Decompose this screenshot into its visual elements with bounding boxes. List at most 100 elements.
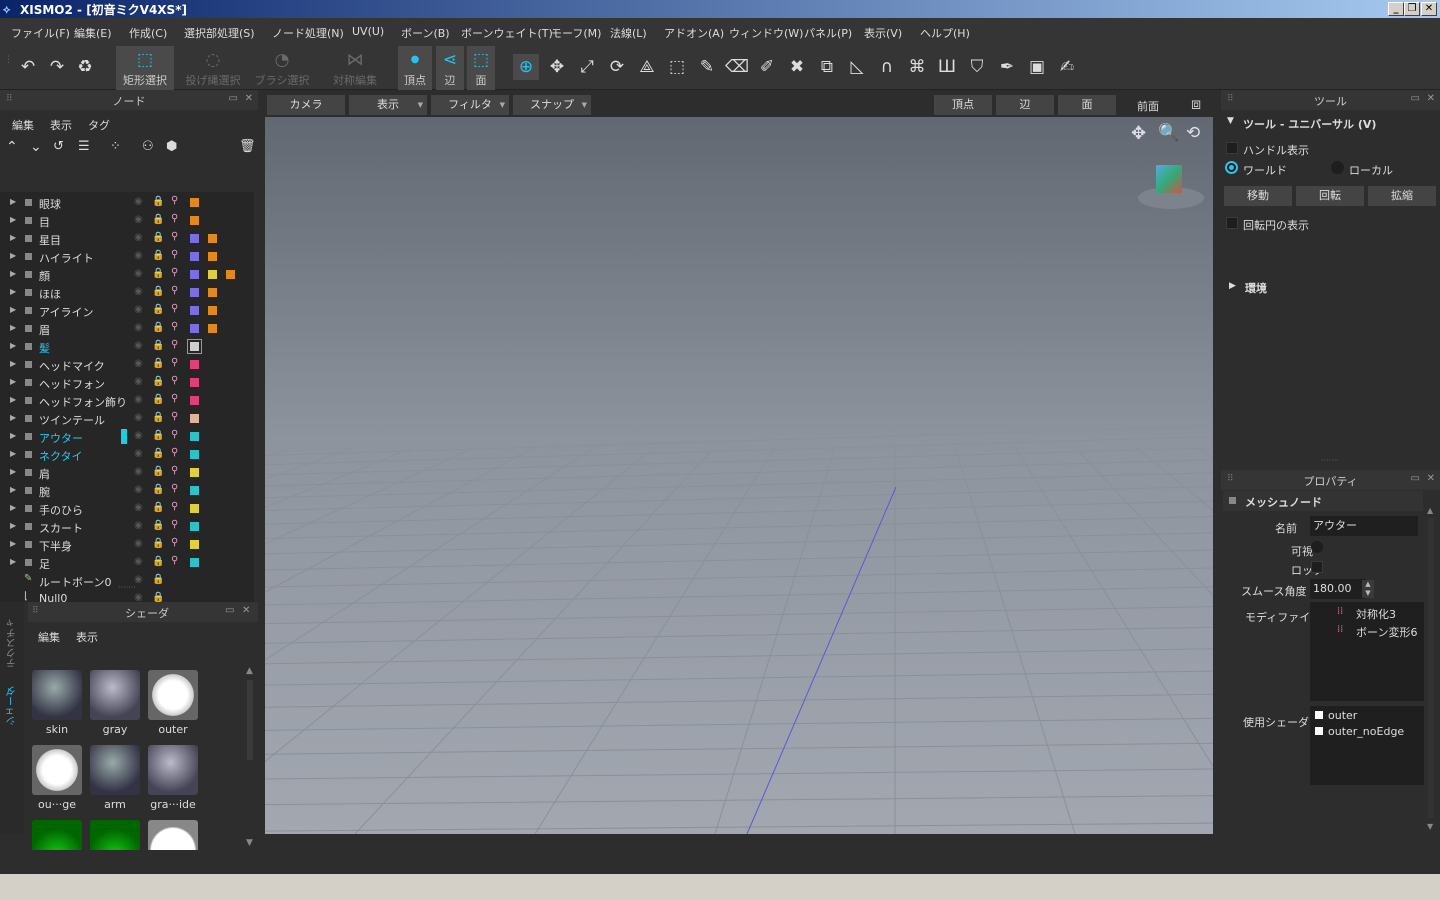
material-color-marker[interactable] (190, 198, 199, 207)
expand-arrow-icon[interactable]: ▶ (10, 503, 16, 512)
material-color-marker[interactable] (190, 324, 199, 333)
minimize-icon[interactable]: ▭ (1411, 473, 1420, 484)
lock-icon[interactable]: 🔒 (152, 394, 164, 405)
shader-swatch-gray-side[interactable]: gra···ide (146, 743, 200, 815)
node-row[interactable]: ▶ 眼球 ◉ 🔒 ⚲ (4, 194, 254, 212)
trash-icon[interactable]: 🗑 (239, 139, 256, 154)
collapse-icon[interactable]: ⌘ (904, 54, 930, 80)
material-color-marker[interactable] (190, 360, 199, 369)
tab-texture[interactable]: テクスチャ (5, 618, 20, 668)
visibility-icon[interactable]: ◉ (134, 268, 143, 279)
scroll-down-icon[interactable]: ▼ (1427, 822, 1433, 831)
weight-icon[interactable]: ⚲ (171, 537, 180, 548)
left-splitter[interactable] (258, 90, 265, 856)
shader-swatch-white[interactable] (146, 818, 200, 850)
weight-icon[interactable]: ⚲ (171, 483, 180, 494)
weight-icon[interactable]: ⚲ (171, 357, 180, 368)
material-color-marker[interactable] (190, 504, 199, 513)
pencil-icon[interactable]: ✎ (694, 54, 720, 80)
pivot-icon[interactable]: ⟁ (634, 54, 660, 80)
face-mode-button[interactable]: ⬚ 面 (467, 46, 495, 90)
lock-icon[interactable]: 🔒 (152, 376, 164, 387)
used-shader-item[interactable]: outer (1328, 709, 1357, 722)
node-row[interactable]: ▶ スカート ◉ 🔒 ⚲ (4, 518, 254, 536)
vertex-merge-icon[interactable]: ✖ (784, 54, 810, 80)
close-icon[interactable]: ✕ (242, 605, 250, 616)
splitter-grip[interactable]: ······· (118, 584, 142, 592)
material-color-marker[interactable] (208, 288, 217, 297)
expand-arrow-icon[interactable]: ▶ (10, 269, 16, 278)
material-color-marker[interactable] (190, 288, 199, 297)
node-row[interactable]: ▶ ハイライト ◉ 🔒 ⚲ (4, 248, 254, 266)
spin-buttons[interactable]: ▲ ▼ (1362, 580, 1374, 598)
globe-icon[interactable]: ⊕ (513, 54, 539, 80)
expand-arrow-icon[interactable]: ▶ (10, 233, 16, 242)
material-color-marker[interactable] (208, 324, 217, 333)
3d-viewport[interactable]: ✥ 🔍 ⟲ (265, 117, 1213, 834)
view-edge-button[interactable]: 辺 (996, 95, 1054, 115)
material-color-marker[interactable] (187, 339, 202, 354)
scale-button[interactable]: 拡縮 (1368, 186, 1436, 206)
weight-icon[interactable]: ⚲ (171, 519, 180, 530)
expand-arrow-icon[interactable]: ▶ (10, 323, 16, 332)
camera-button[interactable]: カメラ (267, 95, 345, 115)
minimize-icon[interactable]: ▭ (229, 93, 238, 104)
cube-icon[interactable]: ⬢ (166, 139, 177, 154)
node-row[interactable]: ▶ 腕 ◉ 🔒 ⚲ (4, 482, 254, 500)
menu-addon[interactable]: アドオン(A) (664, 25, 724, 41)
menu-uv[interactable]: UV(U) (352, 25, 384, 38)
snap-dropdown[interactable]: スナップ ▼ (513, 95, 591, 115)
visible-toggle[interactable] (1311, 541, 1323, 553)
expand-arrow-icon[interactable]: ▶ (10, 557, 16, 566)
lasso-select-button[interactable]: ◌ 投げ縄選択 (182, 46, 244, 90)
weight-icon[interactable]: ⚲ (171, 465, 180, 476)
expand-arrow-icon[interactable]: ▶ (10, 341, 16, 350)
menu-normal[interactable]: 法線(L) (610, 25, 647, 41)
node-row[interactable]: ▶ 星目 ◉ 🔒 ⚲ (4, 230, 254, 248)
local-radio[interactable] (1331, 161, 1344, 174)
material-color-marker[interactable] (190, 252, 199, 261)
lock-icon[interactable]: 🔒 (152, 358, 164, 369)
property-scrollbar[interactable] (1428, 518, 1434, 818)
weight-icon[interactable]: ⚲ (171, 411, 180, 422)
view-face-button[interactable]: 面 (1058, 95, 1116, 115)
uv-icon[interactable]: Ш (934, 54, 960, 80)
splitter-grip[interactable]: ······· (1321, 456, 1339, 465)
node-row[interactable]: ▶ ほほ ◉ 🔒 ⚲ (4, 284, 254, 302)
menu-bone[interactable]: ボーン(B) (401, 25, 450, 41)
film-icon[interactable]: ▣ (1024, 54, 1050, 80)
material-color-marker[interactable] (190, 468, 199, 477)
lock-icon[interactable]: 🔒 (152, 412, 164, 423)
lock-icon[interactable]: 🔒 (152, 304, 164, 315)
vertex-mode-button[interactable]: ● 頂点 (398, 46, 432, 90)
modifier-item[interactable]: 対称化3 (1356, 606, 1396, 622)
weight-icon[interactable]: ⚲ (171, 393, 180, 404)
scale-icon[interactable]: ⤢ (574, 54, 600, 80)
node-row[interactable]: ▶ 髪 ◉ 🔒 ⚲ (4, 338, 254, 356)
menu-file[interactable]: ファイル(F) (11, 25, 70, 41)
shader-swatch-outer-noedge[interactable]: ou···ge (30, 743, 84, 815)
material-color-marker[interactable] (190, 432, 199, 441)
expand-arrow-icon[interactable]: ▶ (10, 197, 16, 206)
minimize-icon[interactable]: ▭ (225, 605, 234, 616)
edge-mode-button[interactable]: ⋖ 辺 (436, 46, 464, 90)
material-color-marker[interactable] (190, 450, 199, 459)
expand-arrow-icon[interactable]: ▶ (10, 287, 16, 296)
display-dropdown[interactable]: 表示 ▼ (349, 95, 427, 115)
scroll-down-icon[interactable]: ▼ (246, 838, 253, 848)
shader-scrollbar[interactable] (247, 680, 253, 760)
weight-icon[interactable]: ⚲ (171, 339, 180, 350)
expand-arrow-icon[interactable]: ▶ (10, 431, 16, 440)
visibility-icon[interactable]: ◉ (134, 340, 143, 351)
menu-morph[interactable]: モーフ(M) (551, 25, 601, 41)
weight-icon[interactable]: ⚲ (171, 429, 180, 440)
lock-icon[interactable]: 🔒 (152, 250, 164, 261)
rect-select-button[interactable]: ⬚ 矩形選択 (116, 46, 174, 90)
close-icon[interactable]: ✕ (1427, 93, 1435, 104)
visibility-icon[interactable]: ◉ (134, 412, 143, 423)
lock-icon[interactable]: 🔒 (152, 268, 164, 279)
node-menu-view[interactable]: 表示 (50, 117, 72, 133)
lock-icon[interactable]: 🔒 (152, 232, 164, 243)
material-color-marker[interactable] (190, 522, 199, 531)
lock-icon[interactable]: 🔒 (152, 466, 164, 477)
